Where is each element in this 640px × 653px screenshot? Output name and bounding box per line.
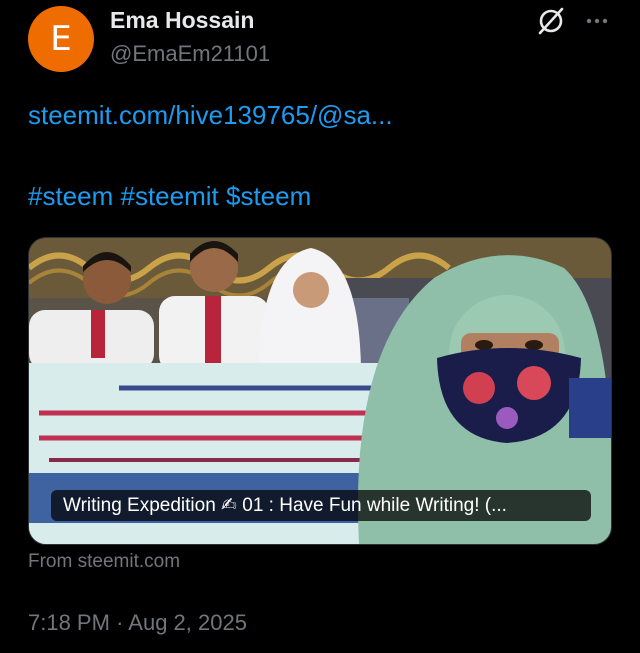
- hashtag-steem[interactable]: #steem: [28, 181, 113, 211]
- post-date: Aug 2, 2025: [128, 610, 247, 635]
- card-source[interactable]: From steemit.com: [28, 551, 180, 573]
- hashtag-row: #steem #steemit $steem: [28, 181, 311, 212]
- more-options-icon[interactable]: [582, 6, 612, 36]
- cashtag-steem[interactable]: $steem: [226, 181, 311, 211]
- hashtag-steemit[interactable]: #steemit: [121, 181, 219, 211]
- avatar[interactable]: E: [28, 6, 94, 72]
- author-name[interactable]: Ema Hossain: [110, 7, 254, 34]
- post-link[interactable]: steemit.com/hive139765/@sa...: [28, 100, 393, 131]
- post-timestamp[interactable]: 7:18 PM · Aug 2, 2025: [28, 610, 247, 636]
- author-handle[interactable]: @EmaEm21101: [110, 41, 270, 67]
- link-preview-card[interactable]: Writing Expedition ✍ 01 : Have Fun while…: [28, 237, 612, 545]
- card-title: Writing Expedition ✍ 01 : Have Fun while…: [51, 490, 591, 521]
- timestamp-separator: ·: [116, 610, 124, 635]
- post-time: 7:18 PM: [28, 610, 110, 635]
- grok-icon[interactable]: [536, 6, 566, 36]
